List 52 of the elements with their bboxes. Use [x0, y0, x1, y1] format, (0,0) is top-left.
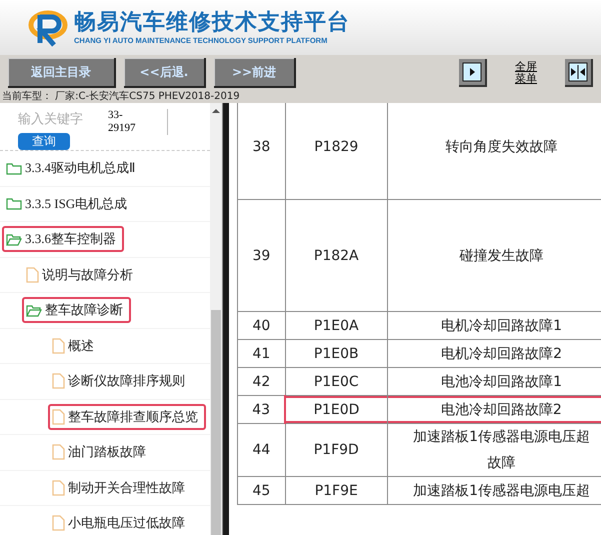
- collapse-button[interactable]: [565, 59, 593, 87]
- fullscreen-menu-link[interactable]: 全屏 菜单: [515, 61, 537, 85]
- table-cell: 44: [238, 424, 286, 476]
- document-icon: [52, 515, 65, 532]
- folder-icon: [6, 197, 22, 210]
- folder-icon: [6, 162, 22, 175]
- table-cell: 39: [238, 200, 286, 312]
- table-cell: 43: [238, 396, 286, 424]
- document-icon: [52, 408, 65, 425]
- scroll-up-icon[interactable]: [212, 107, 220, 115]
- table-cell: P1E0C: [285, 368, 388, 396]
- scroll-thumb[interactable]: [211, 310, 221, 535]
- tree-item[interactable]: 3.3.6整车控制器: [2, 226, 124, 252]
- scrollbar[interactable]: [210, 103, 222, 535]
- table-cell: P1E0A: [285, 312, 388, 340]
- table-cell: P1829: [285, 103, 388, 200]
- tree-item[interactable]: 小电瓶电压过低故障: [48, 510, 193, 535]
- tree-item[interactable]: 油门踏板故障: [48, 439, 154, 466]
- tree-item[interactable]: 整车故障诊断: [22, 297, 131, 324]
- expand-button[interactable]: [459, 59, 487, 87]
- table-cell: P1F9E: [285, 476, 388, 504]
- query-button[interactable]: 查询: [18, 133, 70, 150]
- table-cell: 41: [238, 340, 286, 368]
- tree-item[interactable]: 说明与故障分析: [22, 262, 141, 288]
- document-icon: [52, 480, 65, 496]
- tree-item[interactable]: 整车故障排查顺序总览: [48, 404, 206, 430]
- table-cell: P1E0B: [285, 340, 388, 368]
- document-icon: [52, 444, 65, 460]
- tree-item[interactable]: 3.3.4驱动电机总成Ⅱ: [2, 155, 143, 182]
- table-cell: P1E0D: [285, 396, 388, 424]
- document-icon: [52, 373, 65, 390]
- tree-item[interactable]: 概述: [48, 332, 102, 359]
- arrow-right-icon: [462, 62, 482, 82]
- table-cell: 电池冷却回路故障2: [387, 396, 601, 424]
- table-cell: 40: [238, 312, 286, 340]
- document-icon: [52, 338, 65, 354]
- open-folder-icon: [6, 232, 22, 246]
- tree-item[interactable]: 3.3.5 ISG电机总成: [2, 190, 136, 217]
- tree-item[interactable]: 诊断仪故障排序规则: [48, 368, 193, 394]
- table-cell: P182A: [285, 200, 388, 312]
- table-cell: 38: [238, 103, 286, 200]
- table-cell: 42: [238, 368, 286, 396]
- document-icon: [26, 266, 39, 283]
- keyword-input[interactable]: 输入关键字: [18, 109, 104, 127]
- tree-item[interactable]: 制动开关合理性故障: [48, 474, 193, 501]
- open-folder-icon: [26, 304, 42, 317]
- table-cell: 45: [238, 476, 286, 504]
- arrows-inward-icon: [568, 62, 588, 82]
- table-cell: P1F9D: [285, 424, 388, 476]
- site-title: 畅易汽车维修技术支持平台: [74, 10, 350, 36]
- code-text: 33- 29197: [108, 109, 168, 135]
- car-model-text: 当前车型： 厂家:C-长安汽车CS75 PHEV2018-2019: [0, 91, 601, 103]
